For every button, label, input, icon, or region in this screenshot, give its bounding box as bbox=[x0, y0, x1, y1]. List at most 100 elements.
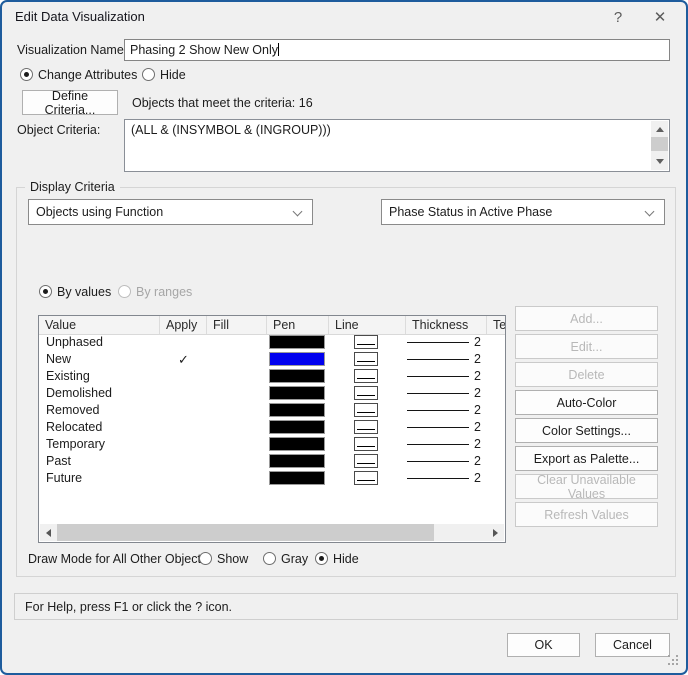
pen-swatch[interactable] bbox=[269, 352, 325, 366]
display-criteria-group-label: Display Criteria bbox=[25, 180, 120, 194]
phase-dropdown-value: Phase Status in Active Phase bbox=[389, 205, 553, 219]
help-icon[interactable]: ? bbox=[600, 2, 636, 32]
object-criteria-label: Object Criteria: bbox=[17, 123, 101, 137]
table-row-new[interactable]: New ✓ 2 bbox=[39, 351, 505, 368]
pen-swatch[interactable] bbox=[269, 335, 325, 349]
scroll-down-icon[interactable] bbox=[651, 153, 668, 170]
table-row-past[interactable]: Past 2 bbox=[39, 453, 505, 470]
line-style-box[interactable] bbox=[354, 386, 378, 400]
line-style-box[interactable] bbox=[354, 420, 378, 434]
thickness-line bbox=[407, 410, 469, 411]
col-header-fill[interactable]: Fill bbox=[207, 316, 267, 334]
chevron-down-icon bbox=[292, 206, 303, 217]
dialog-title: Edit Data Visualization bbox=[15, 9, 145, 24]
col-header-thickness[interactable]: Thickness bbox=[406, 316, 487, 334]
col-header-pen[interactable]: Pen bbox=[267, 316, 329, 334]
pen-swatch[interactable] bbox=[269, 437, 325, 451]
scroll-right-icon[interactable] bbox=[487, 524, 504, 541]
by-values-radio[interactable] bbox=[39, 285, 52, 298]
table-horizontal-scrollbar[interactable] bbox=[40, 524, 504, 541]
function-dropdown-value: Objects using Function bbox=[36, 205, 164, 219]
by-ranges-label: By ranges bbox=[136, 285, 193, 299]
pen-swatch[interactable] bbox=[269, 420, 325, 434]
line-style-box[interactable] bbox=[354, 437, 378, 451]
hide-label: Hide bbox=[160, 68, 186, 82]
scrollbar-thumb[interactable] bbox=[651, 137, 668, 151]
define-criteria-button[interactable]: Define Criteria... bbox=[22, 89, 118, 117]
object-criteria-scrollbar[interactable] bbox=[651, 121, 668, 170]
values-table[interactable]: Value Apply Fill Pen Line Thickness Te U… bbox=[38, 315, 506, 543]
table-header: Value Apply Fill Pen Line Thickness Te bbox=[39, 316, 505, 335]
refresh-values-button[interactable]: Refresh Values bbox=[515, 502, 658, 527]
status-bar: For Help, press F1 or click the ? icon. bbox=[14, 593, 678, 620]
phase-dropdown[interactable]: Phase Status in Active Phase bbox=[381, 199, 665, 225]
delete-button[interactable]: Delete bbox=[515, 362, 658, 387]
line-style-box[interactable] bbox=[354, 335, 378, 349]
edit-button[interactable]: Edit... bbox=[515, 334, 658, 359]
visualization-name-value: Phasing 2 Show New Only bbox=[130, 43, 278, 57]
add-button[interactable]: Add... bbox=[515, 306, 658, 331]
visualization-name-input[interactable]: Phasing 2 Show New Only bbox=[124, 39, 670, 61]
cancel-button[interactable]: Cancel bbox=[595, 633, 670, 657]
table-row-relocated[interactable]: Relocated 2 bbox=[39, 419, 505, 436]
value-cell: Past bbox=[46, 454, 72, 468]
scroll-left-icon[interactable] bbox=[40, 524, 57, 541]
draw-mode-hide-radio[interactable] bbox=[315, 552, 328, 565]
table-row-unphased[interactable]: Unphased 2 bbox=[39, 334, 505, 351]
export-as-palette-button[interactable]: Export as Palette... bbox=[515, 446, 658, 471]
status-text: For Help, press F1 or click the ? icon. bbox=[25, 599, 233, 614]
chevron-down-icon bbox=[644, 206, 655, 217]
table-row-demolished[interactable]: Demolished 2 bbox=[39, 385, 505, 402]
function-dropdown[interactable]: Objects using Function bbox=[28, 199, 313, 225]
col-header-apply[interactable]: Apply bbox=[160, 316, 207, 334]
scrollbar-thumb[interactable] bbox=[57, 524, 434, 541]
value-cell: Demolished bbox=[46, 386, 113, 400]
line-style-box[interactable] bbox=[354, 454, 378, 468]
text-caret bbox=[278, 43, 279, 56]
scroll-up-icon[interactable] bbox=[651, 121, 668, 138]
pen-swatch[interactable] bbox=[269, 471, 325, 485]
thickness-value: 2 bbox=[474, 335, 481, 349]
criteria-count-text: Objects that meet the criteria: 16 bbox=[132, 96, 313, 110]
col-header-text[interactable]: Te bbox=[487, 316, 505, 334]
hide-radio[interactable] bbox=[142, 68, 155, 81]
pen-swatch[interactable] bbox=[269, 403, 325, 417]
ok-button[interactable]: OK bbox=[507, 633, 580, 657]
line-style-box[interactable] bbox=[354, 369, 378, 383]
thickness-line bbox=[407, 376, 469, 377]
pen-swatch[interactable] bbox=[269, 454, 325, 468]
thickness-line bbox=[407, 393, 469, 394]
draw-mode-show-radio[interactable] bbox=[199, 552, 212, 565]
thickness-value: 2 bbox=[474, 386, 481, 400]
by-ranges-radio[interactable] bbox=[118, 285, 131, 298]
table-row-removed[interactable]: Removed 2 bbox=[39, 402, 505, 419]
line-style-box[interactable] bbox=[354, 403, 378, 417]
pen-swatch[interactable] bbox=[269, 386, 325, 400]
resize-grip-icon[interactable] bbox=[668, 655, 679, 666]
thickness-value: 2 bbox=[474, 403, 481, 417]
color-settings-button[interactable]: Color Settings... bbox=[515, 418, 658, 443]
value-cell: Relocated bbox=[46, 420, 103, 434]
table-row-temporary[interactable]: Temporary 2 bbox=[39, 436, 505, 453]
col-header-line[interactable]: Line bbox=[329, 316, 406, 334]
col-header-value[interactable]: Value bbox=[39, 316, 160, 334]
table-row-existing[interactable]: Existing 2 bbox=[39, 368, 505, 385]
pen-swatch[interactable] bbox=[269, 369, 325, 383]
close-icon[interactable]: ✕ bbox=[642, 2, 678, 32]
by-values-label: By values bbox=[57, 285, 112, 299]
object-criteria-value: (ALL & (INSYMBOL & (INGROUP))) bbox=[131, 123, 331, 137]
line-style-box[interactable] bbox=[354, 471, 378, 485]
display-criteria-group: Display Criteria Objects using Function … bbox=[16, 180, 676, 577]
clear-unavailable-values-button[interactable]: Clear Unavailable Values bbox=[515, 473, 658, 501]
draw-mode-hide-label: Hide bbox=[333, 552, 359, 566]
value-cell: Future bbox=[46, 471, 83, 485]
apply-check: ✓ bbox=[178, 352, 189, 367]
line-style-box[interactable] bbox=[354, 352, 378, 366]
object-criteria-textarea[interactable]: (ALL & (INSYMBOL & (INGROUP))) bbox=[124, 119, 670, 172]
auto-color-button[interactable]: Auto-Color bbox=[515, 390, 658, 415]
change-attributes-radio[interactable] bbox=[20, 68, 33, 81]
visualization-name-label: Visualization Name: bbox=[17, 43, 128, 57]
draw-mode-gray-radio[interactable] bbox=[263, 552, 276, 565]
value-cell: Removed bbox=[46, 403, 100, 417]
table-row-future[interactable]: Future 2 bbox=[39, 470, 505, 487]
